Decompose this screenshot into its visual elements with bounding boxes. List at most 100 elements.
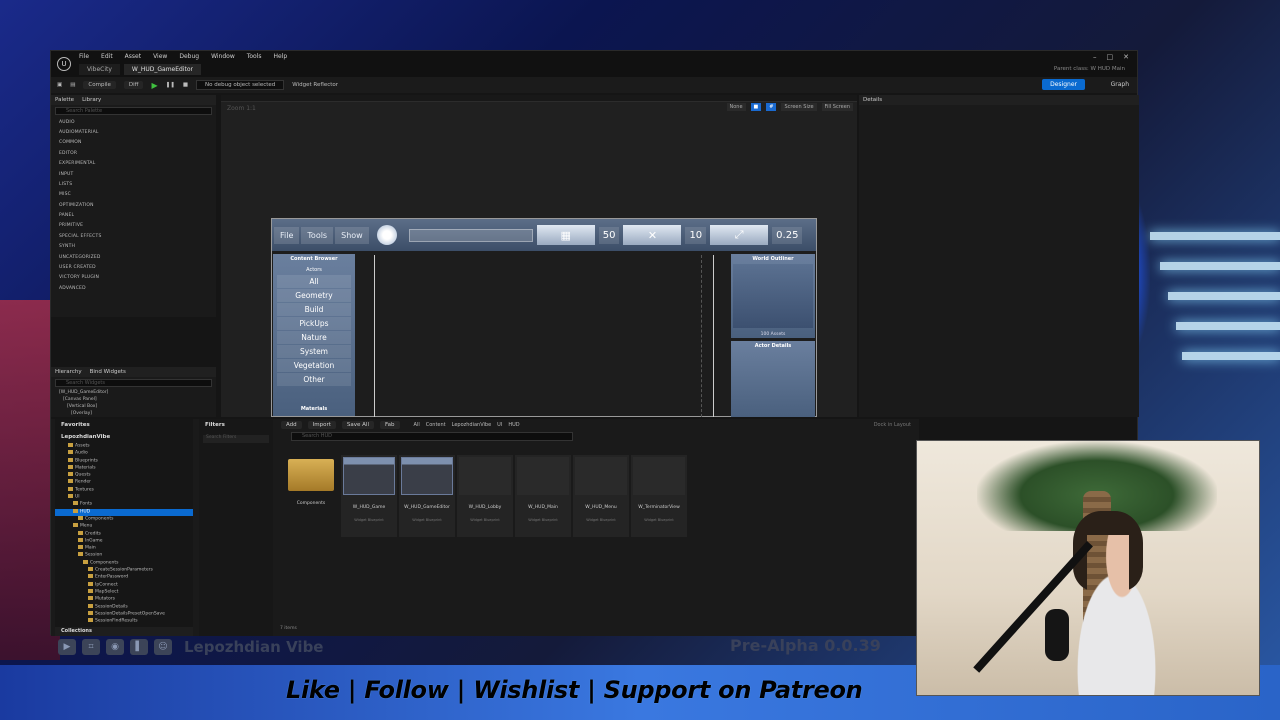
dock-in-layout-button[interactable]: Dock in Layout [874, 422, 911, 428]
palette-category[interactable]: MISC [51, 190, 216, 200]
folder-item[interactable]: Materials [55, 464, 193, 472]
folder-item[interactable]: UI [55, 494, 193, 501]
hierarchy-item[interactable]: [Canvas Panel] [51, 396, 216, 403]
hud-actor-category[interactable]: System [277, 345, 351, 358]
menu-edit[interactable]: Edit [101, 53, 113, 60]
pause-icon[interactable]: ❚❚ [166, 82, 175, 88]
project-root[interactable]: LepozhdianVibe [55, 431, 193, 443]
designer-mode-button[interactable]: Designer [1042, 79, 1085, 90]
folder-item[interactable]: HUD [55, 508, 193, 516]
folder-item[interactable]: MapSelect [55, 588, 193, 596]
palette-category[interactable]: PANEL [51, 210, 216, 220]
folder-item[interactable]: Session [55, 552, 193, 559]
hud-actor-category[interactable]: Nature [277, 331, 351, 344]
localization-preview-select[interactable]: None [726, 103, 746, 111]
grid-snap-icon[interactable]: ▦ [536, 225, 595, 245]
graph-mode-button[interactable]: Graph [1111, 81, 1129, 88]
palette-category[interactable]: UNCATEGORIZED [51, 252, 216, 262]
hud-actor-category[interactable]: Build [277, 303, 351, 316]
folder-item[interactable]: Audio [55, 450, 193, 457]
hierarchy-item[interactable]: [W_HUD_GameEditor] [51, 389, 216, 396]
menu-file[interactable]: File [79, 53, 89, 60]
folder-item[interactable]: Components [55, 559, 193, 567]
palette-category[interactable]: OPTIMIZATION [51, 200, 216, 210]
atmosphere-sun-icon[interactable] [376, 225, 397, 245]
palette-category[interactable]: COMMON [51, 138, 216, 148]
add-button[interactable]: Add [281, 421, 302, 429]
menu-window[interactable]: Window [211, 53, 235, 60]
tab-bind-widgets[interactable]: Bind Widgets [90, 369, 126, 375]
breadcrumb-hud[interactable]: HUD [508, 422, 519, 428]
hierarchy-search-input[interactable]: Search Widgets [55, 379, 212, 387]
lock-icon[interactable]: ■ [750, 103, 762, 111]
folder-item[interactable]: Credits [55, 530, 193, 538]
hud-actor-category[interactable]: Geometry [277, 289, 351, 302]
palette-category[interactable]: INPUT [51, 169, 216, 179]
asset-tile[interactable]: W_HUD_Main Widget Blueprint [515, 455, 571, 537]
content-search-input[interactable]: Search HUD [291, 432, 573, 441]
menu-debug[interactable]: Debug [179, 53, 199, 60]
save-icon[interactable]: ▣ [57, 82, 62, 88]
tab-hierarchy[interactable]: Hierarchy [55, 369, 82, 375]
hierarchy-item[interactable]: [Vertical Box] [51, 403, 216, 410]
menu-help[interactable]: Help [274, 53, 288, 60]
tab-palette[interactable]: Palette [55, 97, 74, 103]
tab-w-hud-gameeditor[interactable]: W_HUD_GameEditor [123, 64, 201, 75]
hud-world-outliner-list[interactable] [733, 264, 813, 328]
palette-category[interactable]: EXPERIMENTAL [51, 159, 216, 169]
palette-category[interactable]: AUDIO [51, 117, 216, 127]
debug-object-select[interactable]: No debug object selected [196, 80, 285, 90]
unreal-logo-icon[interactable]: U [57, 57, 71, 71]
hud-widget-preview[interactable]: File Tools Show ▦ 50 ✕ 10 ⤢ 0.25 Content… [271, 218, 817, 417]
hud-text-field[interactable] [408, 228, 533, 242]
filter-search-input[interactable]: Search Filters [203, 435, 269, 443]
folder-item[interactable]: CreateSessionParameters [55, 567, 193, 574]
tab-library[interactable]: Library [82, 97, 101, 103]
folder-item[interactable]: Fonts [55, 501, 193, 508]
hud-actor-category[interactable]: Vegetation [277, 359, 351, 372]
breadcrumb-ui[interactable]: UI [497, 422, 502, 428]
folder-item[interactable]: SessionDetailsPresetOpenSave [55, 610, 193, 618]
palette-category[interactable]: VICTORY PLUGIN [51, 273, 216, 283]
hud-menu-file[interactable]: File [274, 226, 300, 244]
rotation-snap-icon[interactable]: ✕ [623, 225, 682, 245]
maximize-icon[interactable]: □ [1107, 53, 1114, 61]
asset-tile[interactable]: W_HUD_GameEditor Widget Blueprint [399, 455, 455, 537]
asset-tile[interactable]: W_TerminatorView Widget Blueprint [631, 455, 687, 537]
stop-icon[interactable]: ■ [183, 82, 188, 88]
palette-category[interactable]: SYNTH [51, 242, 216, 252]
import-button[interactable]: Import [307, 421, 336, 429]
play-icon[interactable]: ▶ [151, 81, 157, 90]
grid-size-value[interactable]: 50 [598, 226, 620, 244]
save-all-button[interactable]: Save All [341, 421, 374, 429]
palette-category[interactable]: EDITOR [51, 148, 216, 158]
folder-item[interactable]: SessionFindResults [55, 618, 193, 625]
folder-item[interactable]: InGame [55, 537, 193, 545]
fill-screen-select[interactable]: Fill Screen [821, 103, 853, 111]
diff-button[interactable]: Diff [123, 81, 144, 89]
menu-tools[interactable]: Tools [247, 53, 262, 60]
asset-tile[interactable]: W_HUD_Lobby Widget Blueprint [457, 455, 513, 537]
favorites-header[interactable]: Favorites [55, 419, 193, 431]
hud-menu-show[interactable]: Show [335, 226, 369, 244]
asset-tile[interactable]: W_HUD_Game Widget Blueprint [341, 455, 397, 537]
palette-search-input[interactable]: Search Palette [55, 107, 212, 115]
folder-item[interactable]: IpConnect [55, 581, 193, 589]
hud-actor-category[interactable]: Other [277, 373, 351, 386]
rotation-snap-value[interactable]: 10 [685, 226, 707, 244]
hud-menu-tools[interactable]: Tools [301, 226, 334, 244]
grid-snap-icon[interactable]: # [766, 103, 777, 111]
folder-item[interactable]: Components [55, 515, 193, 523]
compile-button[interactable]: Compile [83, 81, 116, 89]
scale-snap-value[interactable]: 0.25 [772, 226, 803, 244]
collections-header[interactable]: Collections [55, 627, 193, 636]
menu-asset[interactable]: Asset [125, 53, 141, 60]
tab-vibecity[interactable]: VibeCity [79, 64, 120, 75]
browse-icon[interactable]: ▤ [70, 82, 75, 88]
hierarchy-item[interactable]: [Overlay] [51, 410, 216, 417]
widget-reflector-button[interactable]: Widget Reflector [292, 82, 338, 88]
asset-tile[interactable]: W_HUD_Menu Widget Blueprint [573, 455, 629, 537]
folder-item[interactable]: Quests [55, 472, 193, 479]
hud-actor-category[interactable]: PickUps [277, 317, 351, 330]
folder-item[interactable]: Blueprints [55, 457, 193, 465]
